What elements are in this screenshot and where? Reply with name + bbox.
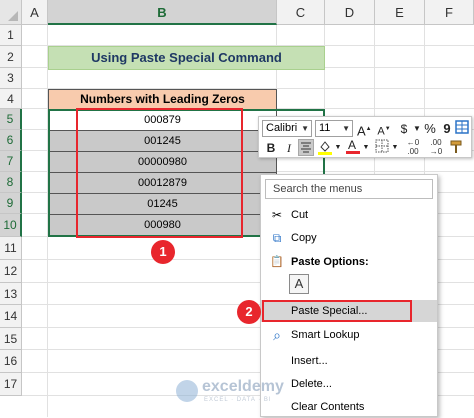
watermark-logo-icon <box>176 380 198 402</box>
clipboard-icon: 📋 <box>270 256 284 268</box>
row-header[interactable]: 12 <box>0 260 22 283</box>
increase-decimal-icon[interactable]: ←0.00 <box>402 138 424 156</box>
mini-toolbar: Calibri ▼ 11 ▼ A▲ A▼ $ ▼ % 9 B I ▼ A ▼ ▼… <box>258 116 472 158</box>
chevron-down-icon[interactable]: ▼ <box>334 140 342 156</box>
row-header[interactable]: 1 <box>0 25 22 46</box>
row-header[interactable]: 14 <box>0 305 22 328</box>
column-header-b[interactable]: B <box>48 0 277 25</box>
menu-section-label: Paste Options: <box>291 256 369 268</box>
comma-style-button[interactable]: 9 <box>440 121 454 137</box>
menu-item-insert[interactable]: Insert... <box>261 350 437 372</box>
borders-icon[interactable] <box>374 139 390 155</box>
select-all-corner[interactable] <box>0 0 22 25</box>
decrease-decimal-icon[interactable]: .00 →0 <box>425 138 447 156</box>
menu-section-paste-options: 📋 Paste Options: <box>261 251 437 273</box>
menu-item-cut[interactable]: ✂ Cut <box>261 204 437 226</box>
menu-item-smart-lookup[interactable]: ⌕ Smart Lookup <box>261 324 437 346</box>
search-icon: ⌕ <box>273 327 281 343</box>
shrink-font-label: A <box>377 125 385 138</box>
fill-color-icon[interactable] <box>317 139 333 155</box>
annotation-badge-2: 2 <box>237 300 261 324</box>
row-header[interactable]: 13 <box>0 283 22 305</box>
font-name-value: Calibri <box>266 122 298 134</box>
align-center-icon[interactable] <box>298 139 314 156</box>
menu-item-label: Cut <box>291 209 309 221</box>
copy-icon: ⧉ <box>272 231 282 245</box>
bold-button[interactable]: B <box>264 140 278 156</box>
row-header[interactable]: 2 <box>0 46 22 68</box>
chevron-down-icon: ▼ <box>342 124 350 133</box>
svg-text:A: A <box>348 138 356 152</box>
chevron-down-icon: ▼ <box>301 124 309 133</box>
percent-button[interactable]: % <box>423 121 437 137</box>
column-header-f[interactable]: F <box>425 0 474 25</box>
menu-item-label: Insert... <box>291 355 328 367</box>
shrink-font-button[interactable]: A▼ <box>377 121 391 138</box>
font-color-icon[interactable]: A <box>345 138 361 154</box>
row-header[interactable]: 16 <box>0 350 22 373</box>
watermark-tagline: EXCEL · DATA · BI <box>204 397 272 403</box>
row-header[interactable]: 17 <box>0 373 22 396</box>
row-header[interactable]: 15 <box>0 328 22 350</box>
row-header[interactable]: 11 <box>0 237 22 260</box>
font-name-dropdown[interactable]: Calibri ▼ <box>262 120 312 137</box>
menu-item-copy[interactable]: ⧉ Copy <box>261 227 437 249</box>
font-size-value: 11 <box>319 122 331 134</box>
title-cell[interactable]: Using Paste Special Command <box>48 46 325 70</box>
scissors-icon: ✂ <box>271 208 283 222</box>
annotation-badge-1: 1 <box>151 240 175 264</box>
chevron-down-icon[interactable]: ▼ <box>391 140 399 156</box>
row-header[interactable]: 4 <box>0 89 22 109</box>
chevron-down-icon[interactable]: ▼ <box>362 140 370 156</box>
format-painter-icon[interactable] <box>449 139 465 155</box>
grow-font-label: A <box>357 123 366 139</box>
row-header[interactable]: 10 <box>0 214 22 237</box>
column-header-e[interactable]: E <box>375 0 425 25</box>
chevron-down-icon[interactable]: ▼ <box>412 121 422 137</box>
column-header-a[interactable]: A <box>22 0 48 25</box>
row-header[interactable]: 7 <box>0 151 22 172</box>
column-header-d[interactable]: D <box>325 0 375 25</box>
currency-button[interactable]: $ <box>397 121 411 137</box>
paste-values-option-button[interactable]: A <box>289 274 309 294</box>
row-header[interactable]: 5 <box>0 109 22 130</box>
font-size-dropdown[interactable]: 11 ▼ <box>315 120 353 137</box>
watermark-name: exceldemy <box>202 378 284 395</box>
table-header-cell[interactable]: Numbers with Leading Zeros <box>48 89 277 110</box>
annotation-box-1 <box>76 108 243 238</box>
grow-font-button[interactable]: A▲ <box>357 121 372 139</box>
menu-search-input[interactable]: Search the menus <box>265 179 433 199</box>
annotation-box-2 <box>262 300 412 322</box>
column-header-c[interactable]: C <box>277 0 325 25</box>
menu-item-label: Smart Lookup <box>291 329 360 341</box>
row-header[interactable]: 6 <box>0 130 22 151</box>
watermark: exceldemy EXCEL · DATA · BI <box>176 376 316 408</box>
row-header[interactable]: 8 <box>0 172 22 193</box>
row-header[interactable]: 9 <box>0 193 22 214</box>
italic-button[interactable]: I <box>282 140 296 156</box>
row-header[interactable]: 3 <box>0 68 22 89</box>
format-table-icon[interactable] <box>455 120 469 136</box>
menu-item-label: Copy <box>291 232 317 244</box>
